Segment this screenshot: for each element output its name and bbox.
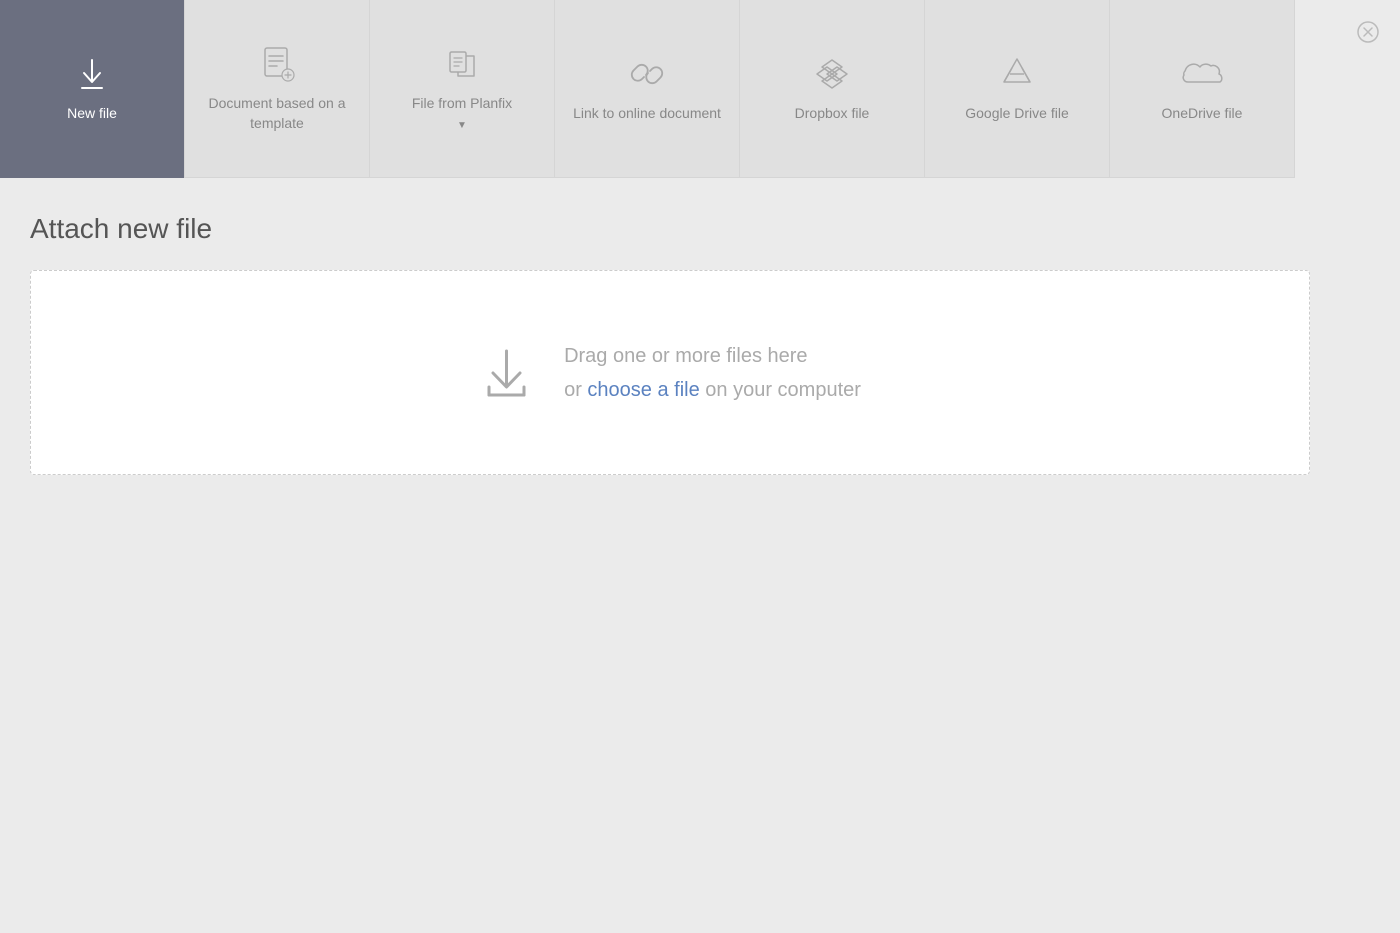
drop-main-text: Drag one or more files here [564, 339, 861, 373]
tab-dropbox[interactable]: Dropbox file [740, 0, 925, 178]
google-drive-icon [997, 54, 1037, 94]
tab-google-drive[interactable]: Google Drive file [925, 0, 1110, 178]
tab-google-drive-label: Google Drive file [965, 104, 1069, 124]
close-button[interactable] [1354, 18, 1382, 46]
dialog: New file Document based on a template [0, 0, 1400, 933]
tab-file-planfix[interactable]: File from Planfix ▼ [370, 0, 555, 178]
drop-upload-icon [479, 343, 534, 403]
choose-file-link[interactable]: choose a file [587, 379, 699, 401]
drop-zone[interactable]: Drag one or more files here or choose a … [30, 270, 1310, 475]
tab-link-online[interactable]: Link to online document [555, 0, 740, 178]
dropbox-icon [812, 54, 852, 94]
tab-dropbox-label: Dropbox file [795, 104, 870, 124]
tab-document-template[interactable]: Document based on a template [185, 0, 370, 178]
document-template-icon [257, 44, 297, 84]
download-icon [72, 54, 112, 94]
drop-prefix: or [564, 379, 587, 401]
section-title: Attach new file [30, 213, 1370, 245]
drop-text: Drag one or more files here or choose a … [564, 339, 861, 407]
close-icon [1357, 21, 1379, 43]
drop-suffix: on your computer [700, 379, 861, 401]
tab-document-template-label: Document based on a template [200, 94, 354, 133]
content-area: Attach new file Drag one or more files h… [0, 178, 1400, 933]
tabs-bar: New file Document based on a template [0, 0, 1400, 178]
tab-link-online-label: Link to online document [573, 104, 721, 124]
tab-file-planfix-label: File from Planfix [412, 94, 512, 114]
tab-new-file-label: New file [67, 104, 117, 124]
planfix-dropdown-arrow: ▼ [457, 119, 467, 133]
tab-new-file[interactable]: New file [0, 0, 185, 178]
drop-or-line: or choose a file on your computer [564, 373, 861, 407]
planfix-icon [442, 44, 482, 84]
link-icon [627, 54, 667, 94]
onedrive-icon [1180, 54, 1224, 94]
tab-onedrive[interactable]: OneDrive file [1110, 0, 1295, 178]
tab-onedrive-label: OneDrive file [1162, 104, 1243, 124]
